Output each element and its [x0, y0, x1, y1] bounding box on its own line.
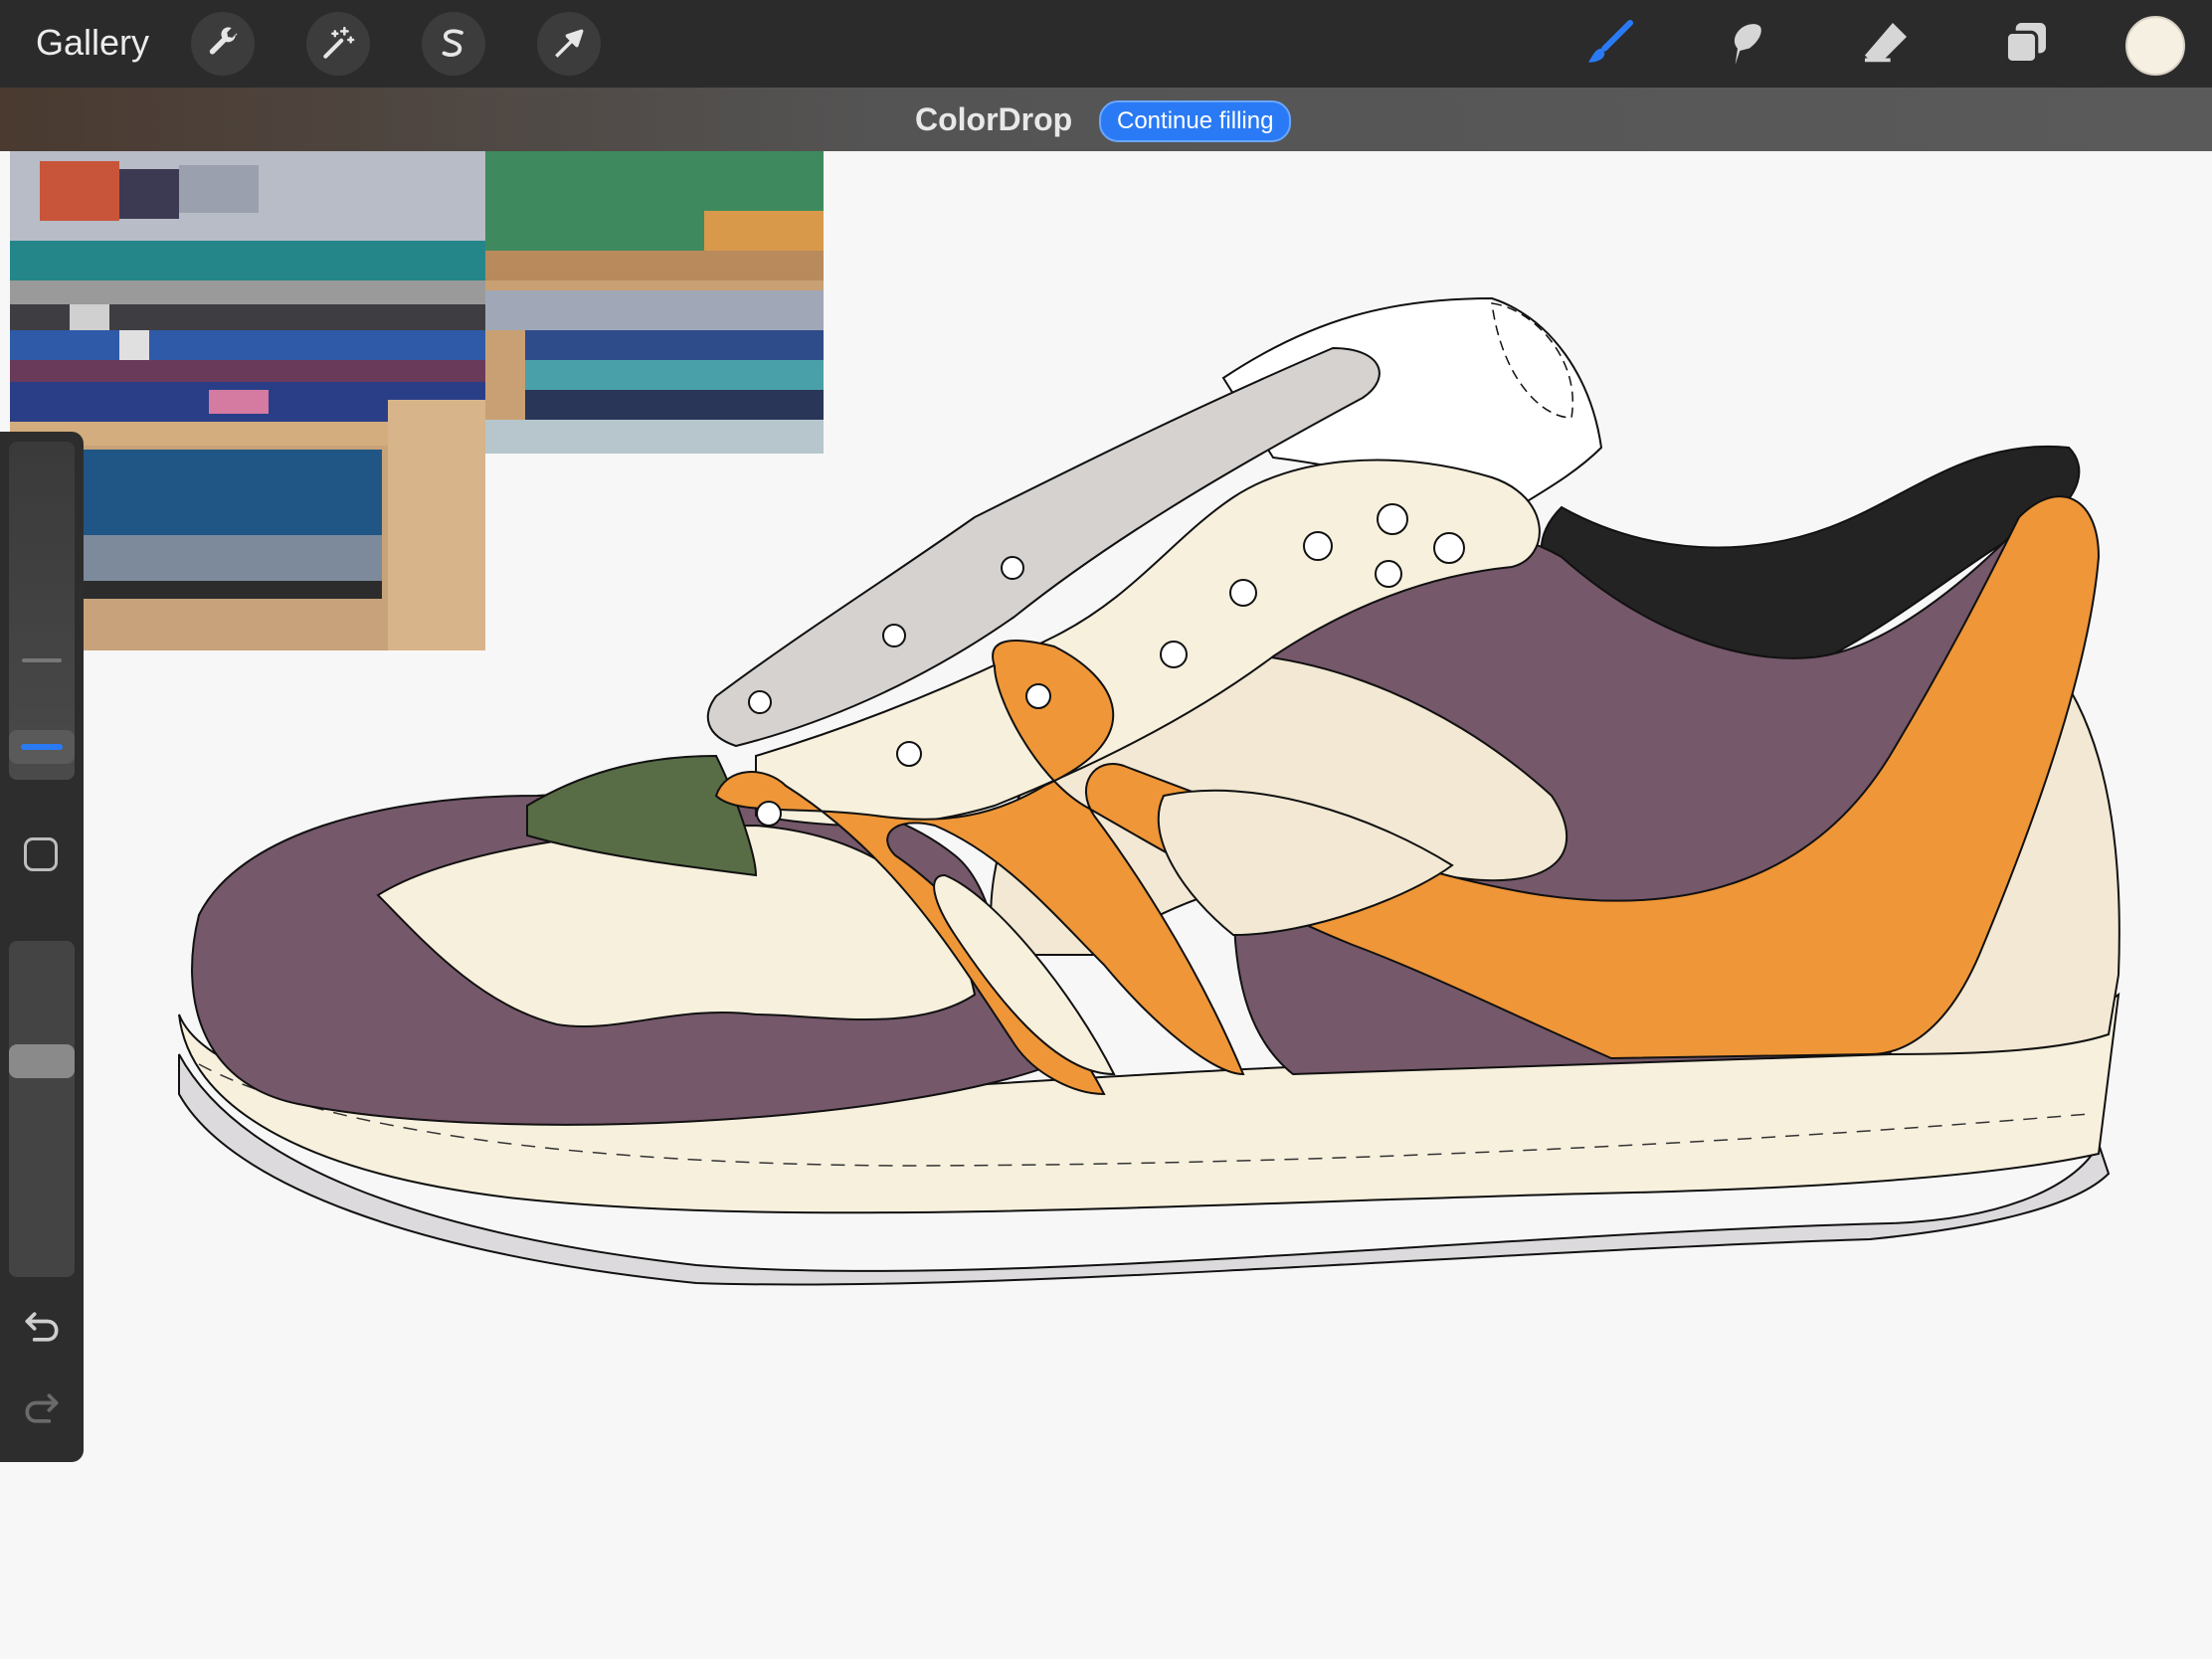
- wrench-icon[interactable]: [191, 12, 255, 76]
- side-toolbar: [0, 432, 84, 1462]
- selection-s-icon[interactable]: [422, 12, 485, 76]
- brush-size-slider[interactable]: [9, 442, 75, 780]
- opacity-slider[interactable]: [9, 941, 75, 1277]
- continue-filling-button[interactable]: Continue filling: [1099, 100, 1292, 142]
- redo-icon[interactable]: [20, 1386, 64, 1430]
- modify-button[interactable]: [24, 837, 58, 871]
- magic-wand-icon[interactable]: [306, 12, 370, 76]
- color-picker-swatch[interactable]: [2125, 16, 2185, 76]
- smudge-icon[interactable]: [1713, 12, 1776, 76]
- brush-size-indicator: [21, 744, 63, 750]
- colordrop-notification: ColorDrop Continue filling: [0, 88, 2212, 151]
- brush-icon[interactable]: [1577, 12, 1641, 76]
- gallery-button[interactable]: Gallery: [36, 22, 149, 64]
- eraser-icon[interactable]: [1854, 12, 1918, 76]
- arrow-transform-icon[interactable]: [537, 12, 601, 76]
- brush-size-tick: [22, 658, 62, 662]
- notification-title: ColorDrop: [915, 101, 1073, 137]
- opacity-thumb[interactable]: [9, 1044, 75, 1078]
- layers-icon[interactable]: [1993, 12, 2057, 76]
- top-toolbar: Gallery: [0, 0, 2212, 88]
- reference-image-green-blanket[interactable]: [485, 151, 824, 454]
- undo-icon[interactable]: [20, 1305, 64, 1349]
- brush-size-thumb[interactable]: [9, 730, 75, 764]
